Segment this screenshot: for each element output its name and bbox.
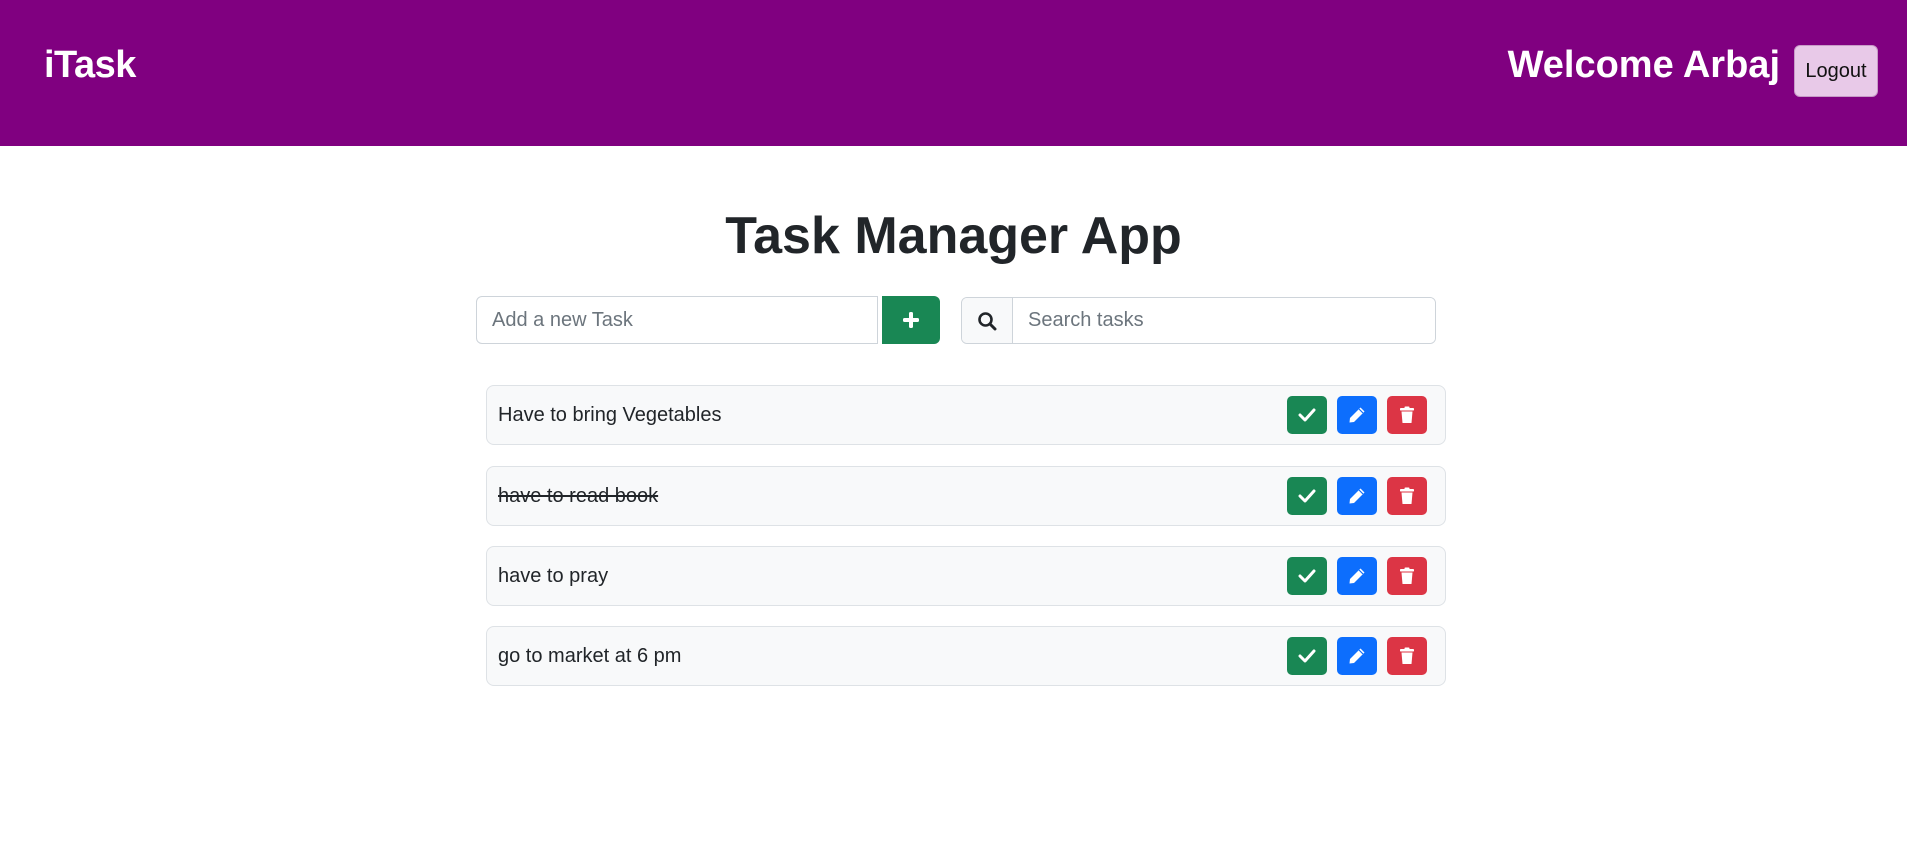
delete-task-button[interactable] (1387, 396, 1427, 434)
pencil-icon (1348, 567, 1366, 585)
trash-icon (1399, 406, 1415, 424)
complete-task-button[interactable] (1287, 477, 1327, 515)
edit-task-button[interactable] (1337, 396, 1377, 434)
check-icon (1298, 569, 1316, 583)
brand-logo[interactable]: iTask (44, 44, 136, 87)
plus-icon (902, 311, 920, 329)
navbar: iTask Welcome Arbaj Logout (0, 0, 1907, 146)
task-item: have to pray (486, 546, 1446, 606)
add-task-button[interactable] (882, 296, 940, 344)
edit-task-button[interactable] (1337, 477, 1377, 515)
welcome-text: Welcome Arbaj (1507, 44, 1780, 86)
trash-icon (1399, 487, 1415, 505)
task-text-completed: have to read book (498, 485, 659, 507)
task-item: have to read book (486, 466, 1446, 526)
page-title: Task Manager App (725, 207, 1182, 265)
search-group (961, 297, 1436, 344)
complete-task-button[interactable] (1287, 396, 1327, 434)
edit-task-button[interactable] (1337, 637, 1377, 675)
delete-task-button[interactable] (1387, 637, 1427, 675)
search-input[interactable] (1013, 298, 1435, 343)
pencil-icon (1348, 647, 1366, 665)
check-icon (1298, 408, 1316, 422)
delete-task-button[interactable] (1387, 477, 1427, 515)
search-addon (962, 298, 1013, 343)
pencil-icon (1348, 487, 1366, 505)
trash-icon (1399, 567, 1415, 585)
complete-task-button[interactable] (1287, 637, 1327, 675)
search-icon (977, 311, 997, 331)
complete-task-button[interactable] (1287, 557, 1327, 595)
check-icon (1298, 489, 1316, 503)
task-text: have to pray (498, 565, 609, 587)
delete-task-button[interactable] (1387, 557, 1427, 595)
task-text: go to market at 6 pm (498, 645, 682, 667)
task-text: Have to bring Vegetables (498, 404, 722, 426)
task-item: Have to bring Vegetables (486, 385, 1446, 445)
logout-button[interactable]: Logout (1794, 45, 1878, 97)
pencil-icon (1348, 406, 1366, 424)
task-item: go to market at 6 pm (486, 626, 1446, 686)
check-icon (1298, 649, 1316, 663)
edit-task-button[interactable] (1337, 557, 1377, 595)
add-task-input[interactable] (476, 296, 878, 344)
trash-icon (1399, 647, 1415, 665)
